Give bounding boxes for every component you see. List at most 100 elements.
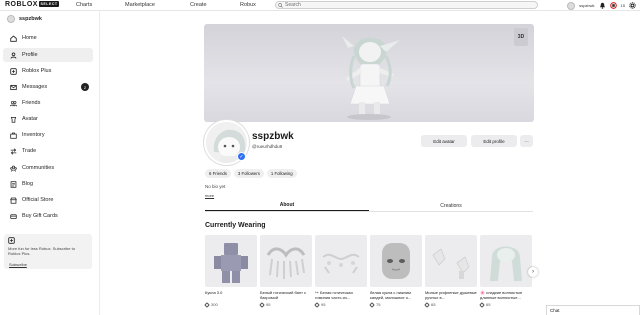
sidebar-item-trade[interactable]: Trade xyxy=(3,144,93,158)
roblox-logo[interactable]: ROBLOX SELECT xyxy=(5,1,60,8)
notification-bell-icon[interactable] xyxy=(599,2,606,9)
profile-icon xyxy=(9,51,17,59)
item-price: 65 xyxy=(479,301,532,308)
sidebar-item-home[interactable]: Home xyxy=(3,31,93,45)
more-options-button[interactable]: ··· xyxy=(520,135,533,147)
avatar-3d-viewer[interactable] xyxy=(204,24,534,122)
sidebar-item-label: Avatar xyxy=(22,116,38,122)
item-price-value: 95 xyxy=(266,302,271,307)
robux-icon xyxy=(314,301,320,308)
header-avatar[interactable] xyxy=(567,1,576,10)
nav-marketplace[interactable]: Marketplace xyxy=(125,2,155,8)
sidebar-item-messages[interactable]: Messages 2 xyxy=(3,80,93,94)
item-price-value: 65 xyxy=(486,302,491,307)
item-name: Белый готический бант с бахромой xyxy=(260,290,307,300)
sidebar-item-avatar[interactable]: Avatar xyxy=(3,112,93,126)
sidebar-item-label: Friends xyxy=(22,100,41,106)
wearing-item[interactable]: *+ Белая готическая гоминия часть из... … xyxy=(314,235,367,308)
tab-about[interactable]: About xyxy=(205,200,369,211)
profile-handle: @rueurhdhdu9 xyxy=(252,144,283,149)
social-counts: 6 Friends 3 Followers 1 Following xyxy=(205,169,297,178)
blog-icon xyxy=(9,180,17,188)
sidebar-item-official-store[interactable]: Official Store xyxy=(3,193,93,207)
sidebar-item-profile[interactable]: Profile xyxy=(3,48,93,62)
item-name: Милые рифленые душевые ручных в... xyxy=(425,290,477,300)
item-thumbnail xyxy=(425,235,477,287)
robux-count[interactable]: 15 xyxy=(621,3,625,8)
sidebar-item-label: Roblox Plus xyxy=(22,68,52,74)
item-name: белая кукла с нижним кандей, молишное о.… xyxy=(370,290,412,300)
top-right-controls: sspzbwk 15 xyxy=(567,1,636,10)
search-input[interactable]: Search xyxy=(275,1,538,9)
sidebar-item-label: Official Store xyxy=(22,197,54,203)
sidebar-item-label: Home xyxy=(22,35,37,41)
item-name: *+ Белая готическая гоминия часть из... xyxy=(315,290,353,300)
item-name: 🌸 сладкие волнистые длинные волнистые... xyxy=(480,290,523,300)
item-price: 75 xyxy=(369,301,422,308)
search-placeholder: Search xyxy=(285,2,301,8)
robux-icon xyxy=(259,301,265,308)
avatar xyxy=(7,15,15,23)
logo-text: ROBLOX xyxy=(5,1,38,8)
nav-robux[interactable]: Robux xyxy=(240,2,256,8)
sidebar-item-inventory[interactable]: Inventory xyxy=(3,128,93,142)
friends-icon xyxy=(9,99,17,107)
sidebar-item-label: Messages xyxy=(22,84,48,90)
messages-icon xyxy=(9,83,17,91)
item-price-value: 65 xyxy=(431,302,436,307)
nav-charts[interactable]: Charts xyxy=(76,2,92,8)
tab-creations[interactable]: Creations xyxy=(369,200,533,211)
item-price: 65 xyxy=(424,301,477,308)
header-username[interactable]: sspzbwk xyxy=(579,3,594,8)
followers-count-pill[interactable]: 3 Followers xyxy=(233,169,264,178)
currently-wearing-title: Currently Wearing xyxy=(205,222,266,229)
3d-toggle-button[interactable]: 3D xyxy=(514,28,528,46)
sidebar-item-communities[interactable]: Communities xyxy=(3,161,93,175)
robux-icon xyxy=(204,301,210,308)
following-count-pill[interactable]: 1 Following xyxy=(266,169,297,178)
item-thumbnail xyxy=(480,235,532,287)
wearing-item[interactable]: 🌸 сладкие волнистые длинные волнистые...… xyxy=(479,235,532,308)
edit-avatar-button[interactable]: Edit avatar xyxy=(421,135,467,147)
bio-more-link[interactable]: more xyxy=(205,193,214,198)
robux-icon xyxy=(369,301,375,308)
settings-gear-icon[interactable] xyxy=(629,2,636,9)
subscribe-link[interactable]: Subscribe xyxy=(9,262,27,267)
logo-badge: SELECT xyxy=(38,1,60,7)
nav-create[interactable]: Create xyxy=(190,2,207,8)
chevron-right-icon[interactable]: › xyxy=(528,267,538,277)
plus-icon xyxy=(9,67,17,75)
friends-count-pill[interactable]: 6 Friends xyxy=(205,169,231,178)
home-icon xyxy=(9,34,17,42)
sidebar-item-buy-gift-cards[interactable]: Buy Gift Cards xyxy=(3,209,93,223)
avatar-figure-image xyxy=(342,36,400,120)
item-thumbnail xyxy=(205,235,257,287)
item-thumbnail xyxy=(260,235,312,287)
sidebar-item-blog[interactable]: Blog xyxy=(3,177,93,191)
item-price-value: 300 xyxy=(211,302,218,307)
chat-bar[interactable]: Chat xyxy=(546,305,640,315)
messages-count-badge: 2 xyxy=(81,83,89,91)
item-thumbnail xyxy=(315,235,367,287)
item-name: Кукла 3.0 xyxy=(205,290,223,295)
avatar-icon xyxy=(9,115,17,123)
profile-display-name: sspzbwk xyxy=(252,131,294,142)
item-price: 95 xyxy=(314,301,367,308)
sidebar-user[interactable]: sspzbwk xyxy=(7,15,42,23)
sidebar: sspzbwk Home Profile Roblox Plus Message… xyxy=(0,11,100,315)
sidebar-item-roblox-plus[interactable]: Roblox Plus xyxy=(3,64,93,78)
item-price-value: 75 xyxy=(376,302,381,307)
currently-wearing-list: Кукла 3.0 300 Белый готический бант с ба… xyxy=(204,235,535,315)
robux-icon[interactable] xyxy=(609,2,617,9)
wearing-item[interactable]: белая кукла с нижним кандей, молишное о.… xyxy=(369,235,422,308)
wearing-item[interactable]: Белый готический бант с бахромой 95 xyxy=(259,235,312,308)
edit-profile-button[interactable]: Edit profile xyxy=(471,135,517,147)
sidebar-item-friends[interactable]: Friends xyxy=(3,96,93,110)
verified-badge-icon: ✓ xyxy=(237,152,246,161)
plus-icon xyxy=(8,237,15,244)
item-price: 300 xyxy=(204,301,257,308)
wearing-item[interactable]: Милые рифленые душевые ручных в... 65 xyxy=(424,235,477,308)
wearing-item[interactable]: Кукла 3.0 300 xyxy=(204,235,257,308)
communities-icon xyxy=(9,164,17,172)
promo-text: More fun for less Robux. Subscribe to Ro… xyxy=(8,246,75,256)
